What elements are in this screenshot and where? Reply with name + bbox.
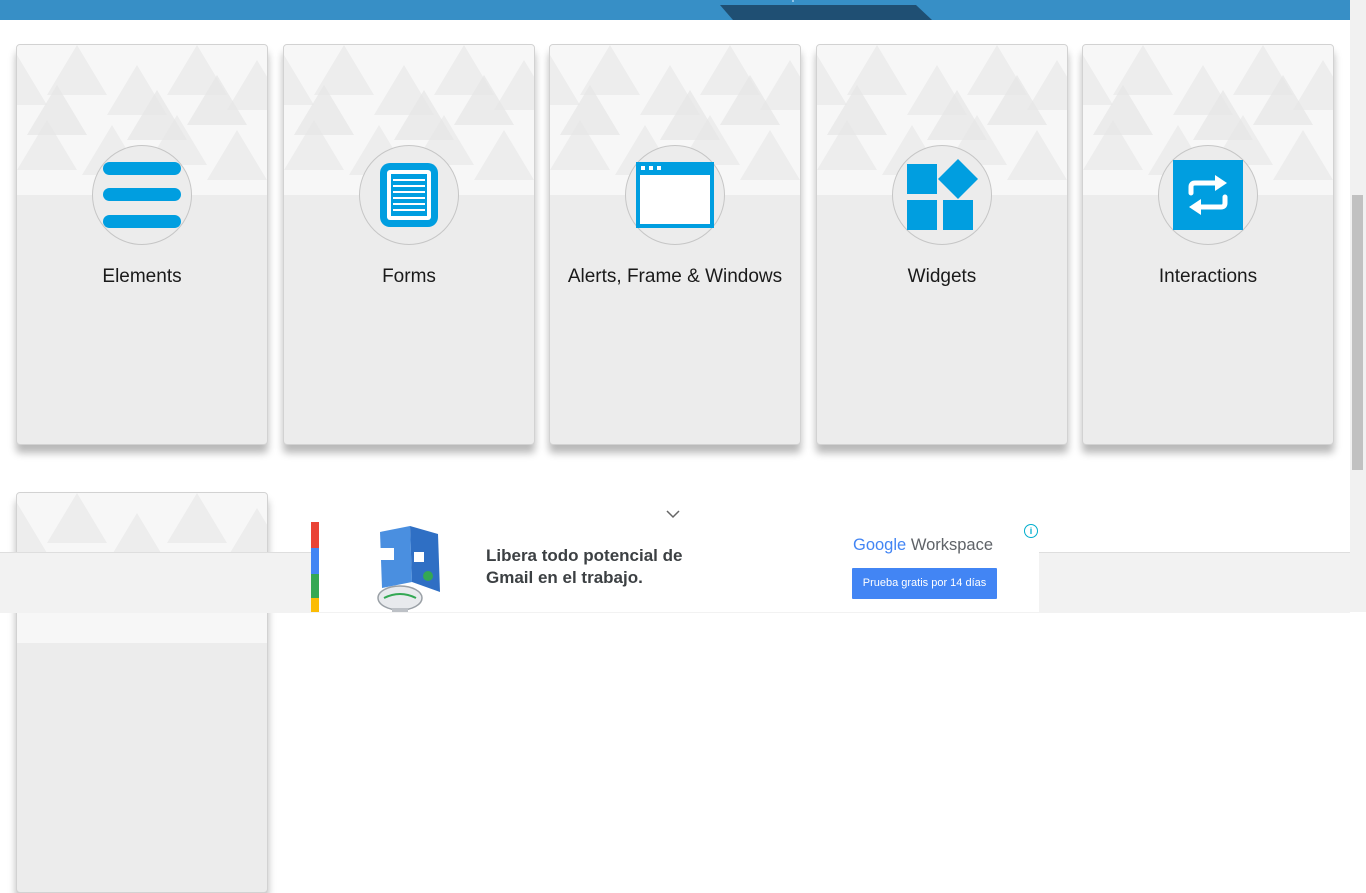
google-color-stripe	[311, 522, 319, 612]
card-title: Interactions	[1158, 266, 1258, 287]
scrollbar-thumb[interactable]	[1352, 195, 1363, 470]
workspace-wordmark: Workspace	[910, 536, 994, 554]
card-avatar	[892, 145, 992, 245]
page-scrollbar[interactable]	[1350, 0, 1366, 612]
sync-arrows-icon	[1173, 160, 1243, 230]
card-alerts-frame-windows[interactable]: Alerts, Frame & Windows	[549, 44, 801, 445]
header-tab-mark	[792, 0, 794, 2]
card-title: Forms	[382, 266, 436, 287]
ad-info-icon[interactable]: i	[1024, 524, 1038, 538]
google-wordmark: Google	[853, 536, 907, 554]
ad-cta-button[interactable]: Prueba gratis por 14 días	[852, 568, 997, 599]
workspace-illustration	[377, 526, 440, 612]
card-elements[interactable]: Elements	[16, 44, 268, 445]
widgets-icon	[907, 159, 978, 230]
google-workspace-logo: Google Workspace	[853, 536, 993, 555]
header-tab-shape	[720, 5, 932, 20]
card-forms[interactable]: Forms	[283, 44, 535, 445]
header-bar	[0, 0, 1350, 20]
card-avatar	[359, 145, 459, 245]
card-title: Elements	[102, 266, 182, 287]
card-interactions[interactable]: Interactions	[1082, 44, 1334, 445]
card-title: Widgets	[907, 266, 977, 287]
card-widgets[interactable]: Widgets	[816, 44, 1068, 445]
browser-window-icon	[636, 162, 714, 228]
ad-headline: Libera todo potencial de Gmail en el tra…	[486, 546, 683, 587]
chevron-down-icon[interactable]	[664, 507, 682, 521]
card-avatar	[625, 145, 725, 245]
card-avatar	[92, 145, 192, 245]
document-icon	[380, 163, 438, 227]
card-avatar	[1158, 145, 1258, 245]
list-icon	[103, 162, 181, 228]
card-title: Alerts, Frame & Windows	[567, 266, 783, 287]
ad-banner[interactable]: Libera todo potencial de Gmail en el tra…	[311, 522, 1039, 612]
